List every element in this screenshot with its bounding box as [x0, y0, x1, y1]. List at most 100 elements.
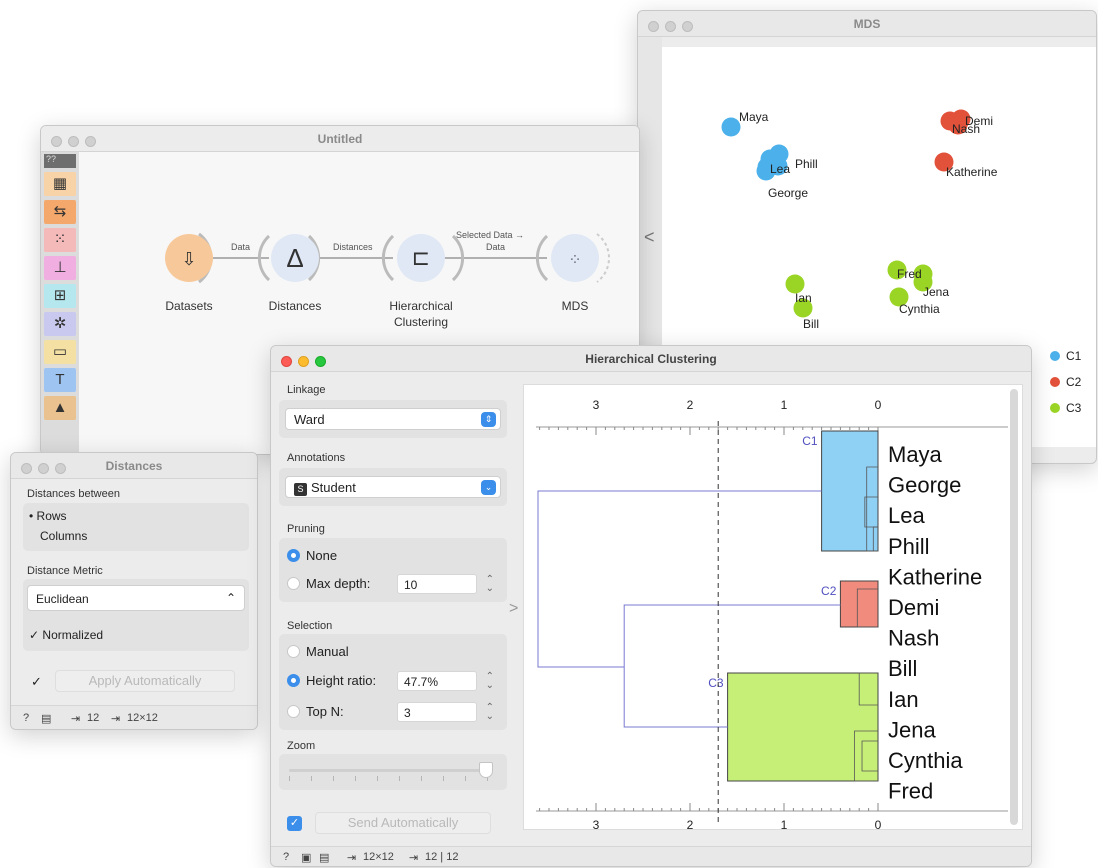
scatter-point-label: Jena — [923, 285, 949, 299]
zoom-slider-track[interactable] — [289, 769, 489, 772]
send-automatically-button[interactable]: Send Automatically — [315, 812, 491, 834]
mds-legend: C1 C2 C3 — [1042, 343, 1096, 443]
selection-height-radio[interactable]: Height ratio: — [287, 673, 376, 688]
help-icon[interactable]: ? — [283, 851, 289, 863]
selection-height-label: Height ratio: — [306, 673, 377, 688]
leaf-label: Fred — [888, 779, 933, 804]
scatter-point-label: George — [768, 186, 808, 200]
rows-label: Rows — [36, 509, 67, 523]
apply-automatically-button[interactable]: Apply Automatically — [55, 670, 235, 692]
max-depth-spinbox[interactable]: 10 ⌃ ⌄ — [397, 574, 494, 594]
pruning-none-radio[interactable]: None — [287, 548, 337, 563]
datasets-node[interactable]: ⇩ — [165, 234, 213, 282]
output-summary: 12 | 12 — [425, 851, 459, 863]
pruning-maxdepth-radio[interactable]: Max depth: — [287, 576, 370, 591]
hc-titlebar: Hierarchical Clustering — [271, 346, 1031, 372]
distance-metric-combo[interactable]: Euclidean ⌃ — [27, 585, 245, 611]
legend-item: C1 — [1050, 349, 1081, 363]
scatter-point[interactable] — [721, 117, 741, 137]
selection-manual-radio[interactable]: Manual — [287, 644, 349, 659]
input-summary: 12×12 — [363, 851, 394, 863]
top-n-value: 3 — [404, 706, 411, 720]
height-ratio-spinbox[interactable]: 47.7% ⌃ ⌄ — [397, 671, 494, 691]
checkmark-icon: ✓ — [29, 628, 40, 642]
distances-between-group: • Rows Columns — [23, 503, 249, 551]
updown-chevron-icon: ⌃ — [225, 591, 236, 605]
annotations-combo[interactable]: S Student ⌄ — [285, 476, 501, 498]
axis-tick-label: 0 — [875, 818, 882, 831]
height-ratio-value: 47.7% — [404, 675, 439, 689]
delta-icon: Δ — [286, 243, 304, 273]
scatter-point-label: Bill — [803, 317, 819, 331]
mds-node[interactable]: ⁘ — [551, 234, 599, 282]
legend-label: C2 — [1066, 375, 1082, 389]
report-icon[interactable]: ▤ — [41, 712, 51, 725]
linkage-value: Ward — [294, 412, 325, 427]
selection-topn-label: Top N: — [306, 704, 344, 719]
mds-icon: ⁘ — [568, 252, 582, 269]
mds-node-label: MDS — [561, 299, 589, 313]
mds-titlebar: MDS — [638, 11, 1096, 37]
legend-swatch — [1050, 403, 1060, 413]
linkage-combo[interactable]: Ward ⇕ — [285, 408, 501, 430]
stepper-icon[interactable]: ⌃ ⌄ — [486, 575, 494, 594]
leaf-label: George — [888, 473, 961, 498]
hierarchical-clustering-node[interactable]: ⊏ — [397, 234, 445, 282]
distances-statusbar: ? ▤ ⇥ 12 ⇥ 12×12 — [11, 705, 257, 729]
stepper-icon[interactable]: ⌃ ⌄ — [486, 703, 494, 722]
window-title: Distances — [105, 459, 163, 473]
apply-auto-checkbox[interactable]: ✓ — [31, 674, 42, 690]
hierarchical-clustering-node-label: Hierarchical — [389, 299, 453, 313]
scatter-point-label: Lea — [770, 162, 790, 176]
legend-swatch — [1050, 377, 1060, 387]
columns-radio[interactable]: Columns — [40, 529, 87, 543]
cluster-box[interactable] — [839, 580, 879, 628]
axis-tick-label: 1 — [781, 398, 788, 412]
string-variable-icon: S — [294, 483, 307, 496]
zoom-slider-handle[interactable] — [479, 762, 493, 778]
legend-label: C3 — [1066, 401, 1082, 415]
leaf-label: Cynthia — [888, 748, 963, 773]
distances-node[interactable]: Δ — [271, 234, 319, 282]
pruning-group: None Max depth: 10 ⌃ ⌄ — [279, 538, 507, 602]
help-icon[interactable]: ? — [23, 712, 29, 724]
dendrogram-icon: ⊏ — [411, 245, 431, 270]
selection-manual-label: Manual — [306, 644, 349, 659]
scatter-point-label: Phill — [795, 157, 818, 171]
send-auto-checkbox[interactable]: ✓ — [287, 816, 302, 831]
input-summary: 12 — [87, 712, 100, 724]
normalized-checkbox[interactable]: ✓ Normalized — [29, 628, 103, 642]
link-label-distances: Distances — [333, 242, 373, 252]
annotations-label: Annotations — [287, 452, 346, 464]
top-n-spinbox[interactable]: 3 ⌃ ⌄ — [397, 702, 494, 722]
scrollbar[interactable] — [1010, 389, 1018, 825]
rows-radio[interactable]: • Rows — [29, 509, 67, 523]
cluster-box[interactable] — [727, 672, 879, 782]
save-icon[interactable]: ▣ — [301, 851, 311, 864]
leaf-label: Lea — [888, 503, 925, 528]
distances-window: Distances Distances between • Rows Colum… — [10, 452, 258, 730]
dendrogram-area[interactable]: 3 2 1 0 3 2 1 0 C1 C2 C3 Maya George Lea Phill Katherin… — [523, 384, 1024, 831]
window-title: Hierarchical Clustering — [585, 352, 717, 366]
axis-tick-label: 0 — [875, 398, 882, 412]
legend-item: C2 — [1050, 375, 1081, 389]
scatter-point-label: Ian — [795, 291, 812, 305]
hierarchical-clustering-window: Hierarchical Clustering Linkage Ward ⇕ A… — [270, 345, 1032, 867]
collapse-panel-button[interactable]: < — [644, 227, 655, 248]
chevron-updown-icon: ⇕ — [481, 412, 496, 427]
expand-panel-button[interactable]: > — [509, 600, 518, 618]
window-title: MDS — [853, 17, 881, 31]
distance-metric-value: Euclidean — [36, 592, 89, 606]
report-icon[interactable]: ▤ — [319, 851, 329, 864]
cluster-box[interactable] — [821, 430, 879, 552]
input-icon: ⇥ — [71, 713, 81, 725]
dendrogram[interactable]: 3 2 1 0 3 2 1 0 C1 C2 C3 Maya George Lea Phill Katherin… — [524, 385, 1024, 831]
axis-tick-label: 2 — [687, 818, 694, 831]
selection-topn-radio[interactable]: Top N: — [287, 704, 344, 719]
radio-off-icon — [287, 577, 300, 590]
output-icon: ⇥ — [111, 713, 121, 725]
distances-node-label: Distances — [268, 299, 322, 313]
link-label-selected-data: Selected Data → — [456, 230, 525, 240]
cluster-label: C2 — [821, 584, 837, 598]
stepper-icon[interactable]: ⌃ ⌄ — [486, 672, 494, 691]
